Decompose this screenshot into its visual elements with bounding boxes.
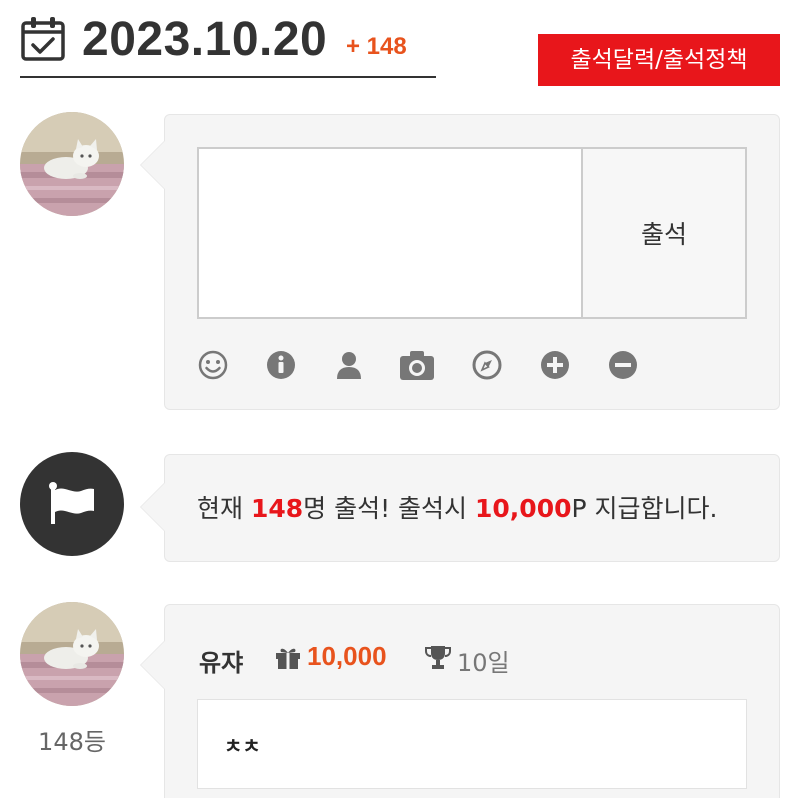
- attendance-entry: 유쟈 10,000 10일 ㅊㅊ: [140, 604, 780, 798]
- info-middle: 명 출석! 출석시: [303, 494, 476, 523]
- consecutive-days: 10일: [457, 649, 510, 677]
- flag-avatar: [20, 452, 124, 556]
- trophy-icon: [425, 646, 451, 669]
- checkin-toolbar: [197, 349, 657, 381]
- checkin-panel: 출석: [140, 114, 780, 410]
- plus-circle-icon[interactable]: [539, 349, 571, 381]
- attendance-info-panel: 현재 148명 출석! 출석시 10,000P 지급합니다.: [140, 454, 780, 562]
- checkin-comment-input[interactable]: [197, 147, 581, 319]
- user-icon[interactable]: [333, 349, 365, 381]
- entry-points: 10,000: [307, 641, 387, 671]
- flag-icon: [49, 482, 94, 524]
- camera-icon[interactable]: [399, 349, 435, 381]
- entry-comment: ㅊㅊ: [197, 699, 747, 789]
- compass-icon[interactable]: [471, 349, 503, 381]
- cat-photo: [20, 602, 124, 706]
- user-name[interactable]: 유쟈: [199, 643, 243, 678]
- calendar-check-icon: [21, 17, 65, 61]
- cat-photo: [20, 112, 124, 216]
- info-icon[interactable]: [265, 349, 297, 381]
- avatar: [20, 602, 124, 706]
- checkin-button[interactable]: 출석: [581, 147, 747, 319]
- attendance-info-text: 현재 148명 출석! 출석시 10,000P 지급합니다.: [197, 489, 717, 525]
- gift-icon: [276, 648, 300, 669]
- attendance-count: 148: [250, 494, 304, 523]
- info-suffix: P 지급합니다.: [571, 494, 718, 523]
- avatar: [20, 112, 124, 216]
- rank-label: 148등: [38, 728, 106, 756]
- attendance-count-badge: + 148: [346, 33, 407, 60]
- attendance-policy-button[interactable]: 출석달력/출석정책: [538, 34, 780, 86]
- page-title: 2023.10.20: [82, 13, 328, 66]
- date-header: 2023.10.20 + 148: [20, 12, 436, 78]
- smiley-icon[interactable]: [197, 349, 229, 381]
- minus-circle-icon[interactable]: [607, 349, 639, 381]
- info-prefix: 현재: [197, 494, 251, 523]
- reward-points: 10,000: [475, 494, 572, 523]
